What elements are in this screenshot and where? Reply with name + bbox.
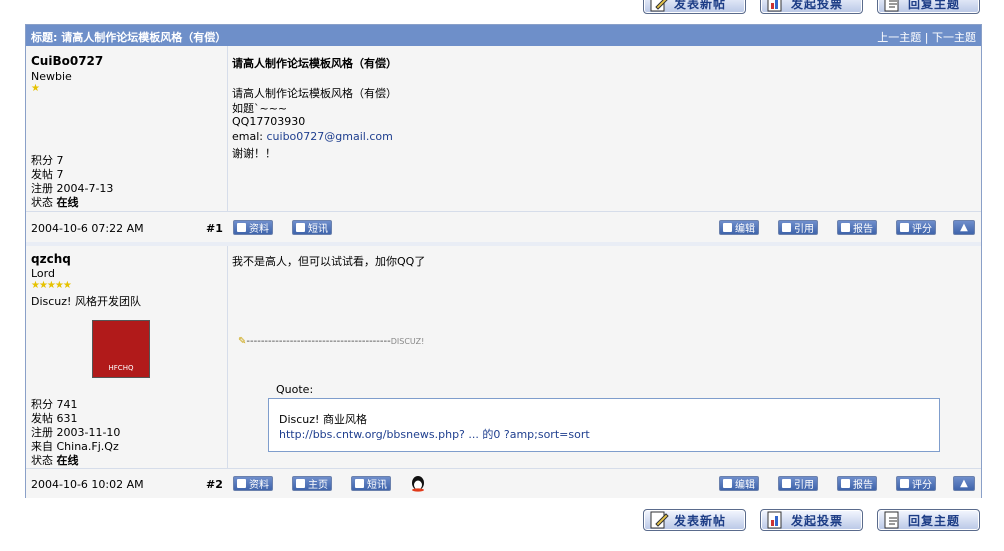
post2-profile-button[interactable]: 资料 [233, 476, 273, 491]
poll-icon [765, 510, 787, 530]
reply-icon [882, 0, 904, 13]
signature-divider: ✎---------------------------------------… [238, 336, 425, 347]
home-icon [296, 479, 305, 488]
post1-subject: 请高人制作论坛模板风格（有偿） [232, 57, 397, 70]
thread-header: 标题: 请高人制作论坛模板风格（有偿） 上一主题 | 下一主题 [26, 25, 981, 46]
report-icon [841, 223, 850, 232]
discuz-brand: DISCUZ! [390, 337, 425, 346]
reply-button-bottom[interactable]: 回复主题 [877, 509, 980, 531]
rate-icon [900, 223, 909, 232]
poll-icon [765, 0, 787, 13]
thread-nav: 上一主题 | 下一主题 [877, 29, 976, 45]
post1-line5: 谢谢！！ [232, 147, 276, 160]
thread-title: 标题: 请高人制作论坛模板风格（有偿） [31, 31, 227, 44]
post2-rate-button[interactable]: 评分 [896, 476, 936, 491]
quote-icon [782, 479, 791, 488]
avatar: HFCHQ [92, 320, 150, 378]
pm-icon [355, 479, 364, 488]
post1-floor: #1 [206, 222, 223, 235]
new-post-button-top[interactable]: 发表新帖 [643, 0, 746, 14]
quote-label: Quote: [276, 383, 314, 396]
arrow-up-icon: ▲ [960, 478, 968, 489]
post1-line2: 如题`~~~ [232, 102, 288, 115]
prev-thread-link[interactable]: 上一主题 [877, 31, 921, 44]
arrow-up-icon: ▲ [960, 222, 968, 233]
post2-author-panel: qzchq Lord ★★★★★ Discuz! 风格开发团队 HFCHQ 积分… [26, 246, 228, 468]
post1-stars: ★ [31, 83, 40, 94]
post2-floor: #2 [206, 478, 223, 491]
post2-body: 我不是高人，但可以试试看，加你QQ了 ✎--------------------… [228, 246, 981, 468]
post1-email-link[interactable]: cuibo0727@gmail.com [267, 130, 393, 143]
post1-pm-button[interactable]: 短讯 [292, 220, 332, 235]
post2-date: 2004-10-6 10:02 AM [31, 478, 144, 491]
post2-text: 我不是高人，但可以试试看，加你QQ了 [232, 255, 426, 268]
post2-quote-button[interactable]: 引用 [778, 476, 818, 491]
quote-link[interactable]: http://bbs.cntw.org/bbsnews.php? ... 的0 … [279, 426, 590, 442]
new-poll-button-top[interactable]: 发起投票 [760, 0, 863, 14]
new-poll-button-bottom[interactable]: 发起投票 [760, 509, 863, 531]
post1-date: 2004-10-6 07:22 AM [31, 222, 144, 235]
reply-icon [882, 510, 904, 530]
profile-icon [237, 223, 246, 232]
nav-divider: | [924, 31, 929, 44]
new-post-button-bottom[interactable]: 发表新帖 [643, 509, 746, 531]
post2-status: 状态 在线 [31, 454, 79, 467]
edit-icon [723, 479, 732, 488]
pm-icon [296, 223, 305, 232]
edit-icon [723, 223, 732, 232]
next-thread-link[interactable]: 下一主题 [932, 31, 976, 44]
post2-footer: 2004-10-6 10:02 AM #2 资料 主页 短讯 编辑 引用 报告 … [26, 468, 981, 498]
post1-top-button[interactable]: ▲ [953, 220, 975, 235]
qq-icon[interactable] [410, 474, 426, 492]
post2-edit-button[interactable]: 编辑 [719, 476, 759, 491]
reply-button-top[interactable]: 回复主题 [877, 0, 980, 14]
post1-profile-button[interactable]: 资料 [233, 220, 273, 235]
post2-top-button[interactable]: ▲ [953, 476, 975, 491]
profile-icon [237, 479, 246, 488]
post1-rate-button[interactable]: 评分 [896, 220, 936, 235]
post1-rank: Newbie [31, 70, 72, 83]
post2-pm-button[interactable]: 短讯 [351, 476, 391, 491]
new-post-icon [648, 510, 670, 530]
post1-footer: 2004-10-6 07:22 AM #1 资料 短讯 编辑 引用 报告 评分 … [26, 211, 981, 242]
post1-email-line: emal: cuibo0727@gmail.com [232, 130, 393, 143]
thread-table: 标题: 请高人制作论坛模板风格（有偿） 上一主题 | 下一主题 CuiBo072… [25, 24, 982, 498]
post2-rank: Lord [31, 267, 55, 280]
post2-homepage-button[interactable]: 主页 [292, 476, 332, 491]
rate-icon [900, 479, 909, 488]
post2-report-button[interactable]: 报告 [837, 476, 877, 491]
post1-quote-button[interactable]: 引用 [778, 220, 818, 235]
post1-body: 请高人制作论坛模板风格（有偿） 请高人制作论坛模板风格（有偿） 如题`~~~ Q… [228, 46, 981, 211]
new-post-icon [648, 0, 670, 13]
post1-status: 状态 在线 [31, 196, 79, 209]
quote-box: Discuz! 商业风格 http://bbs.cntw.org/bbsnews… [268, 398, 940, 452]
post1-report-button[interactable]: 报告 [837, 220, 877, 235]
post2-group: Discuz! 风格开发团队 [31, 295, 141, 308]
post1-author[interactable]: CuiBo0727 [31, 54, 103, 68]
quote-icon [782, 223, 791, 232]
report-icon [841, 479, 850, 488]
post2-author[interactable]: qzchq [31, 252, 71, 266]
post1-line1: 请高人制作论坛模板风格（有偿） [232, 87, 397, 100]
post2-stars: ★★★★★ [31, 280, 72, 291]
quote-line1: Discuz! 商业风格 [279, 413, 367, 426]
post1-line3: QQ17703930 [232, 115, 306, 128]
post1-author-panel: CuiBo0727 Newbie ★ 积分 7 发帖 7 注册 2004-7-1… [26, 46, 228, 211]
post1-edit-button[interactable]: 编辑 [719, 220, 759, 235]
